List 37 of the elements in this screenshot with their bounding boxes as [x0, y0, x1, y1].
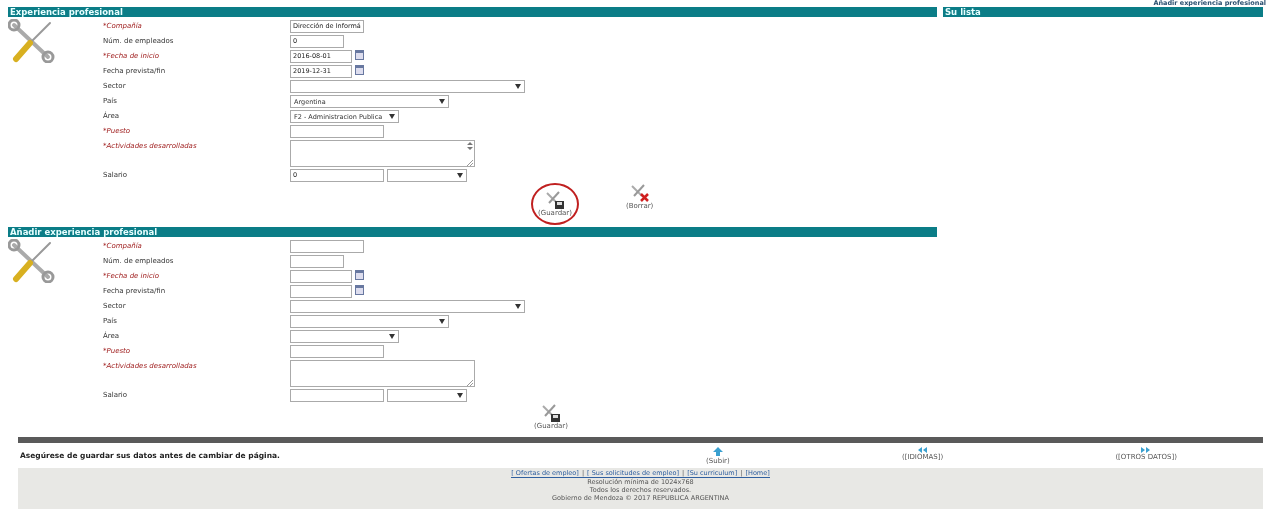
caret-icon — [389, 334, 395, 339]
list-header: Su lista — [943, 7, 1263, 17]
tools-icon — [8, 239, 56, 283]
caret-icon — [457, 393, 463, 398]
scroll-arrows-icon[interactable] — [467, 141, 473, 151]
double-left-arrow-icon — [917, 446, 928, 453]
caret-icon — [389, 114, 395, 119]
caret-icon — [515, 304, 521, 309]
dropdown[interactable] — [290, 80, 525, 93]
tools-disk-icon — [545, 191, 565, 209]
date-field[interactable] — [290, 285, 352, 298]
caret-icon — [439, 99, 445, 104]
section-header: Experiencia profesional — [8, 7, 937, 17]
resize-grip-icon[interactable] — [467, 160, 473, 166]
text-field[interactable] — [290, 389, 384, 402]
tools-icon — [8, 19, 56, 63]
text-field[interactable] — [290, 345, 384, 358]
dropdown[interactable] — [290, 315, 449, 328]
caret-icon — [439, 319, 445, 324]
tools-disk-icon — [541, 404, 561, 422]
text-field[interactable] — [290, 125, 384, 138]
dropdown[interactable] — [290, 300, 525, 313]
text-field[interactable] — [290, 240, 364, 253]
dropdown[interactable] — [290, 330, 399, 343]
date-field[interactable] — [290, 270, 352, 283]
dropdown[interactable] — [387, 169, 467, 182]
section-header: Añadir experiencia profesional — [8, 227, 937, 237]
tools-cross-icon — [629, 184, 650, 202]
text-area[interactable] — [290, 360, 475, 387]
text-field[interactable] — [290, 255, 344, 268]
text-area[interactable] — [290, 140, 475, 167]
caret-icon — [457, 173, 463, 178]
caret-icon — [515, 84, 521, 89]
up-arrow-icon — [712, 446, 723, 457]
double-right-arrow-icon — [1141, 446, 1152, 453]
dropdown[interactable] — [387, 389, 467, 402]
resize-grip-icon[interactable] — [467, 380, 473, 386]
